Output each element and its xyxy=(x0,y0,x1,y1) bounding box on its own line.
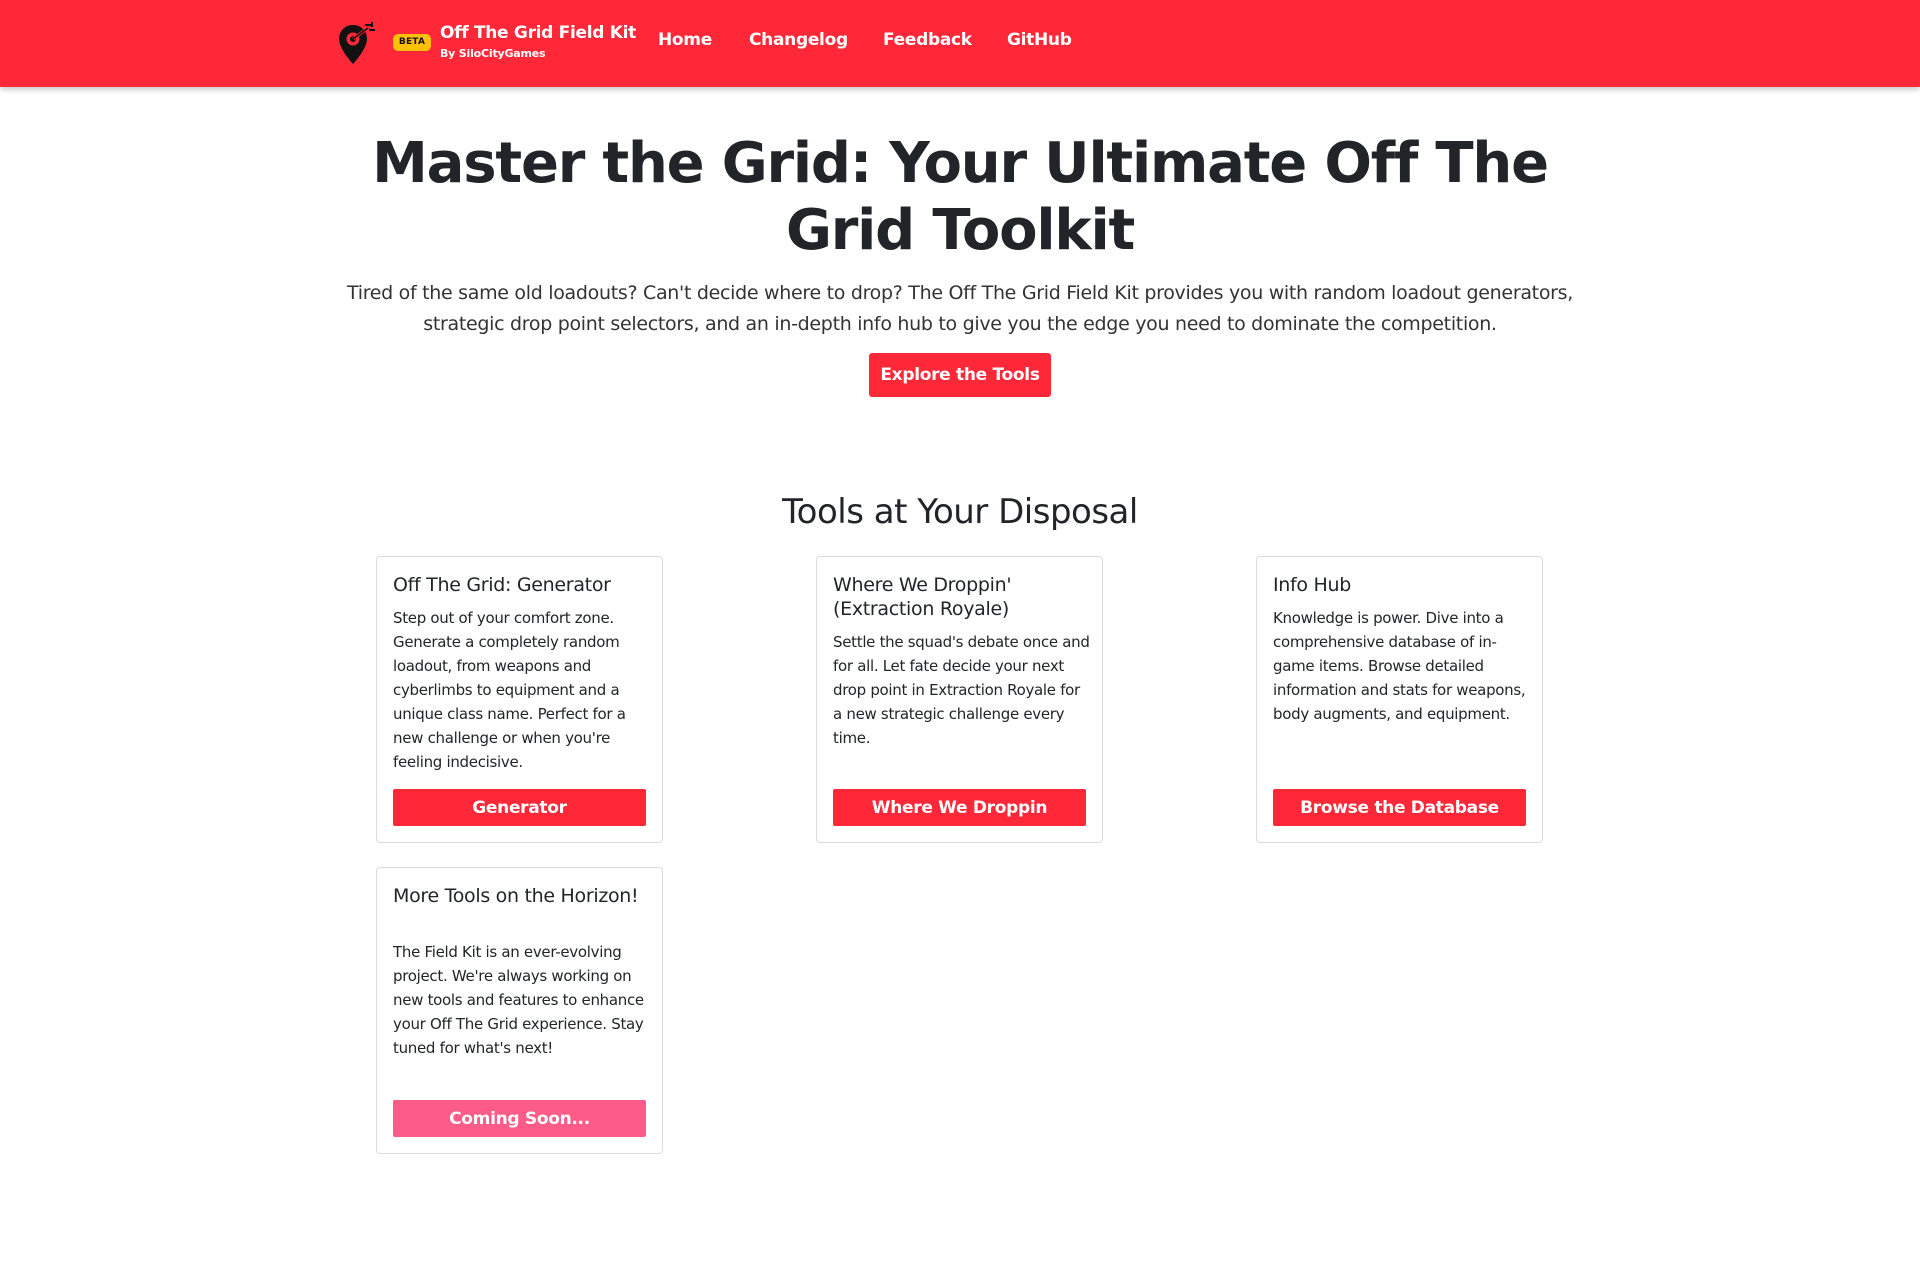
where-we-droppin-button[interactable]: Where We Droppin xyxy=(833,789,1086,826)
nav-link-home[interactable]: Home xyxy=(658,30,712,50)
browse-database-button[interactable]: Browse the Database xyxy=(1273,789,1526,826)
generator-button[interactable]: Generator xyxy=(393,789,646,826)
beta-badge: BETA xyxy=(393,34,431,51)
card-text: Knowledge is power. Dive into a comprehe… xyxy=(1273,609,1526,723)
hero-title: Master the Grid: Your Ultimate Off The G… xyxy=(372,131,1549,263)
navbar: BETA Off The Grid Field Kit By SiloCityG… xyxy=(0,0,1920,87)
nav-link-changelog[interactable]: Changelog xyxy=(749,30,848,50)
tool-card-coming-soon: More Tools on the Horizon! The Field Kit… xyxy=(376,867,663,1154)
hero-description: Tired of the same old loadouts? Can't de… xyxy=(347,282,1573,335)
brand-subtitle: By SiloCityGames xyxy=(440,47,546,60)
map-pin-target-icon[interactable] xyxy=(338,21,378,67)
tool-card-info-hub: Info Hub Knowledge is power. Dive into a… xyxy=(1256,556,1543,843)
tools-section-title: Tools at Your Disposal xyxy=(782,492,1138,532)
card-text: The Field Kit is an ever-evolving projec… xyxy=(393,943,644,1057)
explore-tools-button[interactable]: Explore the Tools xyxy=(869,353,1051,397)
card-title: Where We Droppin' (Extraction Royale) xyxy=(833,574,1012,620)
card-text: Step out of your comfort zone. Generate … xyxy=(393,609,626,771)
nav-link-github[interactable]: GitHub xyxy=(1007,30,1072,50)
card-title: More Tools on the Horizon! xyxy=(393,885,639,907)
brand-title[interactable]: Off The Grid Field Kit xyxy=(440,23,636,43)
tool-card-generator: Off The Grid: Generator Step out of your… xyxy=(376,556,663,843)
tool-card-drop-point: Where We Droppin' (Extraction Royale) Se… xyxy=(816,556,1103,843)
card-text: Settle the squad's debate once and for a… xyxy=(833,633,1090,747)
nav-link-feedback[interactable]: Feedback xyxy=(883,30,972,50)
card-title: Info Hub xyxy=(1273,574,1351,596)
coming-soon-button: Coming Soon... xyxy=(393,1100,646,1137)
card-title: Off The Grid: Generator xyxy=(393,574,611,596)
